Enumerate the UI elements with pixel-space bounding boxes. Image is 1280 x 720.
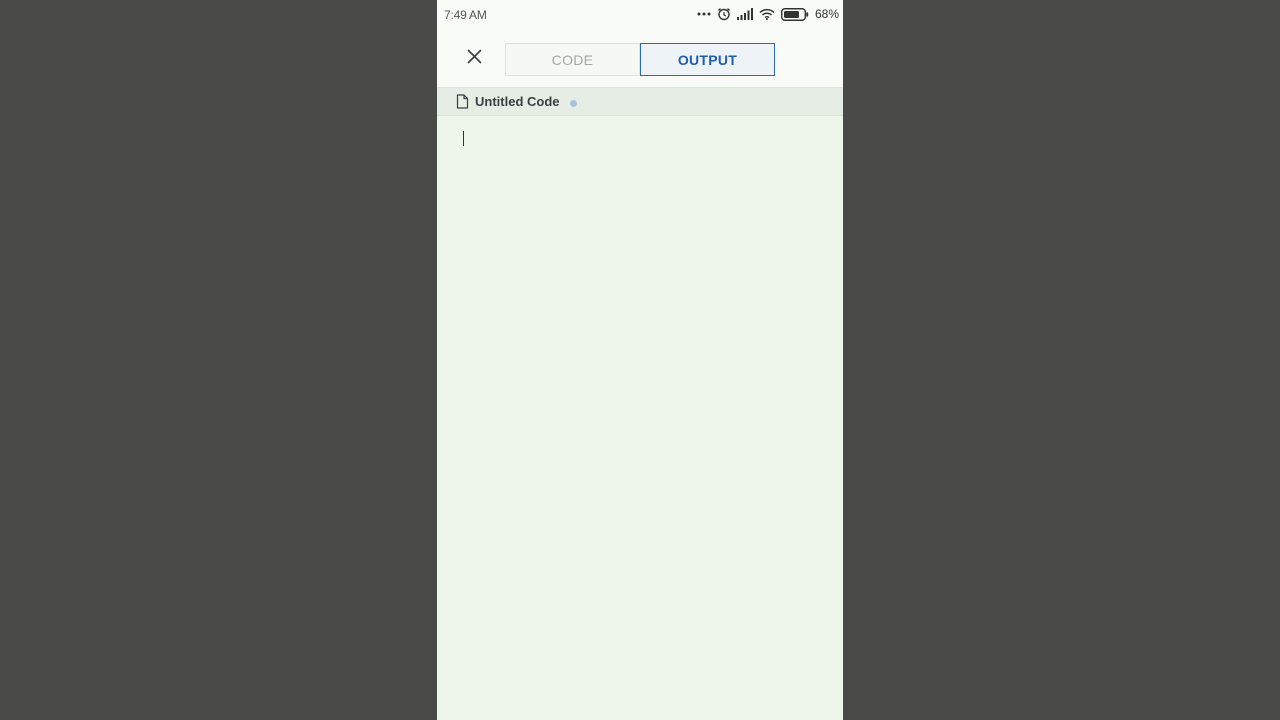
file-icon bbox=[456, 94, 469, 114]
unsaved-indicator bbox=[570, 100, 577, 107]
close-icon bbox=[467, 49, 482, 69]
file-tab[interactable]: Untitled Code bbox=[437, 87, 843, 116]
phone-screen: 7:49 AM 68% CODE OUTPUT Untitled Code bbox=[437, 0, 843, 720]
battery-percent: 68% bbox=[814, 7, 839, 21]
wifi-icon bbox=[759, 8, 775, 20]
view-tabs: CODE OUTPUT bbox=[505, 43, 775, 76]
tab-code[interactable]: CODE bbox=[505, 43, 640, 76]
status-bar: 7:49 AM 68% bbox=[437, 0, 843, 28]
signal-icon bbox=[736, 8, 753, 20]
status-icons: 68% bbox=[697, 6, 839, 22]
text-cursor bbox=[463, 131, 464, 146]
tab-output[interactable]: OUTPUT bbox=[640, 43, 775, 76]
app-header: 7:49 AM 68% CODE OUTPUT bbox=[437, 0, 843, 87]
code-editor[interactable] bbox=[437, 116, 843, 720]
close-button[interactable] bbox=[463, 48, 485, 70]
file-name: Untitled Code bbox=[475, 94, 560, 109]
status-time: 7:49 AM bbox=[444, 8, 487, 22]
more-dots-icon bbox=[697, 11, 711, 17]
alarm-icon bbox=[717, 7, 731, 21]
battery-icon bbox=[781, 7, 809, 21]
